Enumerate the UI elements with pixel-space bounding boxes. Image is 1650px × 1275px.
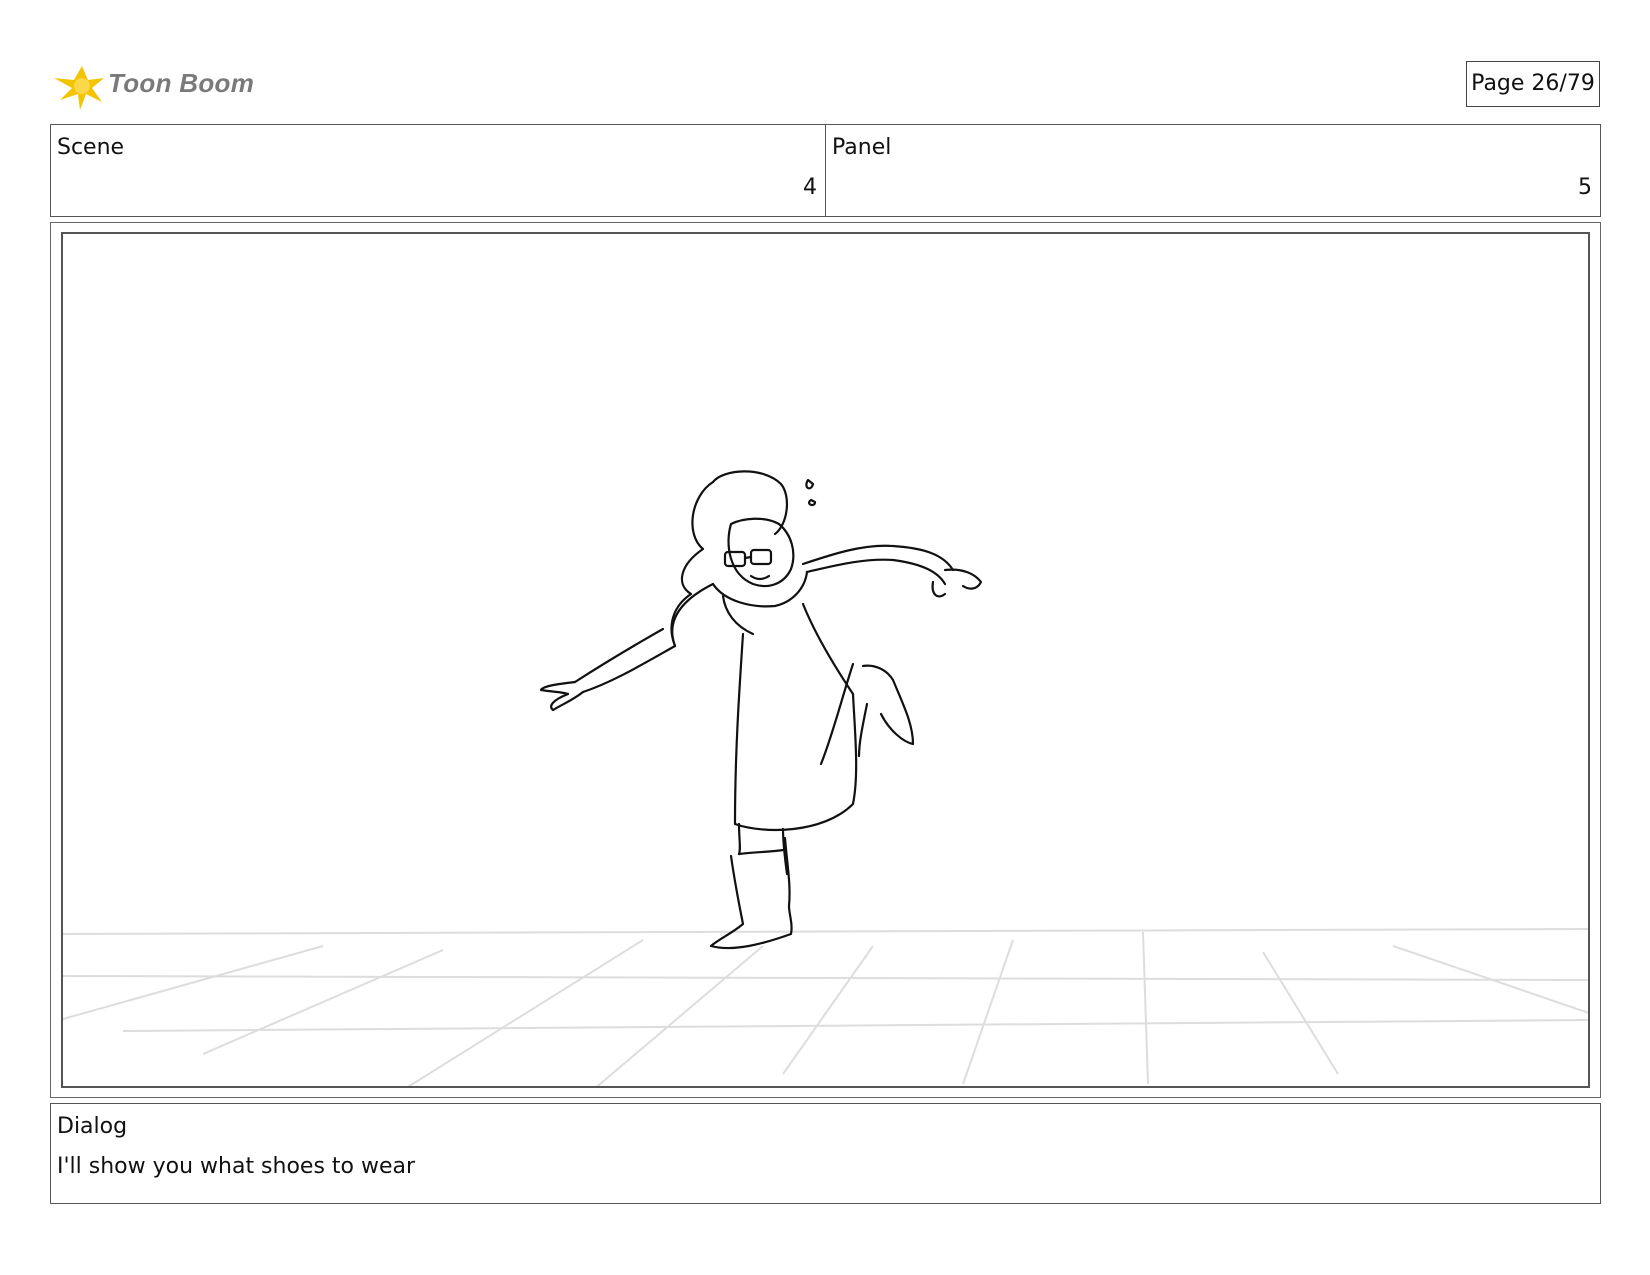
scene-cell: Scene 4	[51, 125, 826, 216]
panel-cell: Panel 5	[826, 125, 1600, 216]
panel-number: 5	[1578, 175, 1592, 200]
dialog-box: Dialog I'll show you what shoes to wear	[50, 1103, 1601, 1204]
scene-number: 4	[803, 175, 817, 200]
page-indicator: Page 26/79	[1466, 61, 1600, 107]
toon-boom-starburst-icon	[54, 66, 104, 110]
floor-grid	[63, 928, 1588, 1086]
dialog-text: I'll show you what shoes to wear	[57, 1154, 416, 1179]
storyboard-panel-frame	[50, 222, 1601, 1098]
logo-text: Toon Boom	[108, 68, 255, 98]
dialog-label: Dialog	[57, 1114, 128, 1139]
scene-panel-header: Scene 4 Panel 5	[50, 124, 1601, 217]
character-sketch	[539, 470, 983, 950]
storyboard-panel-image	[61, 232, 1590, 1088]
scene-label: Scene	[57, 135, 125, 160]
panel-sketch	[63, 470, 1588, 1086]
panel-label: Panel	[832, 135, 892, 160]
